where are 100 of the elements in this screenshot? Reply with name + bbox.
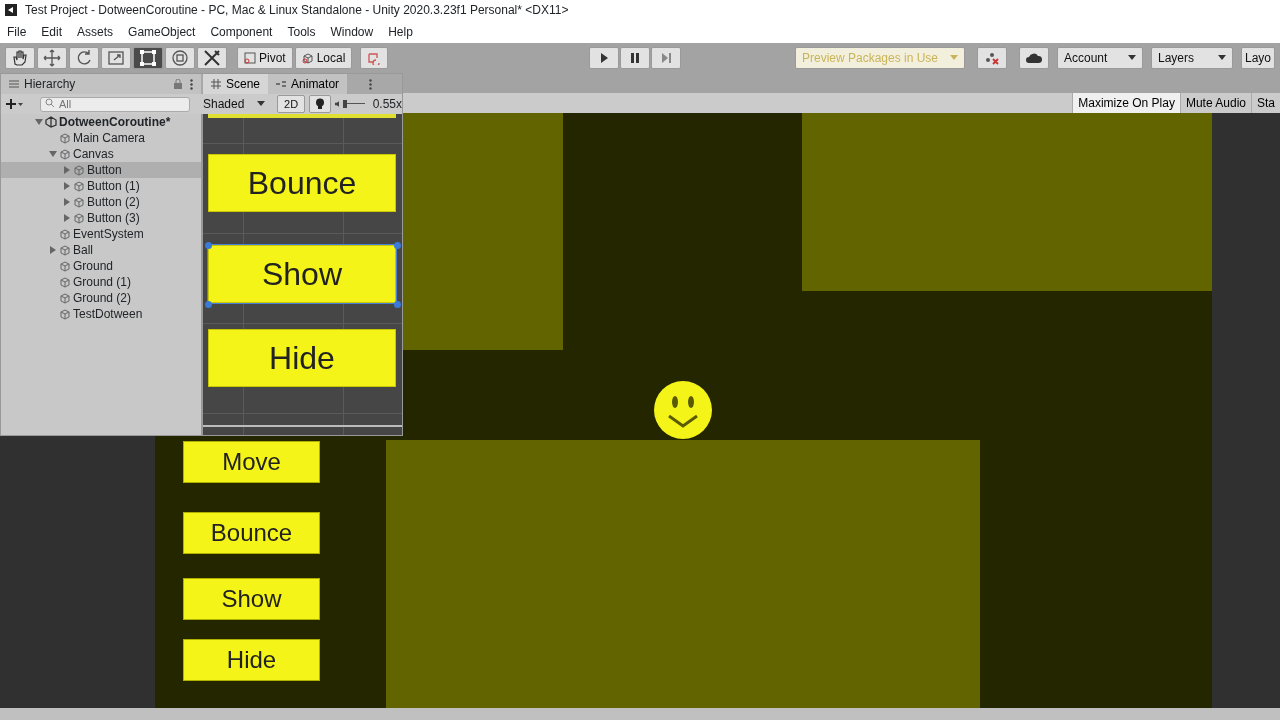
pivot-button[interactable]: Pivot [237,47,293,69]
cloud-icon [1025,52,1042,64]
local-button[interactable]: Local [294,47,353,69]
cube-icon [73,212,85,224]
scene-button[interactable]: Show [208,245,396,303]
toggle-button[interactable]: Maximize On Play [1072,93,1180,113]
scene-icon [45,116,57,128]
expand-arrow-icon[interactable] [63,166,71,174]
menu-item[interactable]: Edit [41,22,63,41]
resize-handle[interactable] [205,242,212,249]
hierarchy-item[interactable]: Button (3) [1,210,201,226]
bulb-icon [315,98,326,110]
hand-icon [11,49,29,67]
game-button[interactable]: Bounce [183,512,320,554]
cube-icon [59,148,71,160]
game-button[interactable]: Hide [183,639,320,681]
scene-tab[interactable]: Scene [203,74,269,94]
slider-thumb[interactable] [342,100,347,108]
tool-button[interactable] [133,47,163,69]
cube-icon [59,308,71,320]
cube-icon [59,276,71,288]
game-button[interactable]: Show [183,578,320,620]
tool-button[interactable] [37,47,67,69]
list-icon [9,80,19,88]
menu-item[interactable]: Window [330,22,374,41]
snap-icon [367,51,382,65]
move-icon [43,49,61,67]
cube-icon [59,228,71,240]
resize-handle[interactable] [394,242,401,249]
collab-icon [984,51,999,65]
hierarchy-item[interactable]: Canvas [1,146,201,162]
grid-icon [211,79,221,89]
play-button[interactable] [588,47,619,69]
caret-icon [949,55,958,61]
cube-icon [59,260,71,272]
add-icon [6,98,24,110]
tool-button[interactable] [5,47,35,69]
cube-icon [59,132,71,144]
menu-item[interactable]: File [7,22,27,41]
hierarchy-item[interactable]: Ball [1,242,201,258]
tools-icon [203,49,221,67]
window-title: Test Project - DotweenCoroutine - PC, Mac & Linux Standalone - Unity 2020.3.23f1 Personal* <DX11> [25,2,569,19]
expand-arrow-icon[interactable] [63,198,71,206]
snap-button[interactable] [360,47,389,69]
hierarchy-item[interactable]: DotweenCoroutine* [1,114,201,130]
hierarchy-item[interactable]: Main Camera [1,130,201,146]
tool-button[interactable] [197,47,227,69]
app-icon [5,4,17,16]
cube-icon [301,52,314,64]
hierarchy-item[interactable]: EventSystem [1,226,201,242]
cube-icon [59,292,71,304]
collapse-arrow-icon[interactable] [49,150,57,158]
account-dropdown[interactable]: Account [1056,47,1143,69]
hierarchy-item[interactable]: Button (2) [1,194,201,210]
cube-icon [73,180,85,192]
more-icon [369,79,373,90]
hierarchy-item[interactable]: Button [1,162,201,178]
tool-button[interactable] [69,47,99,69]
menu-item[interactable]: Help [388,22,413,41]
menu-item[interactable]: Assets [77,22,114,41]
pause-button[interactable] [619,47,650,69]
collab-button[interactable] [976,47,1007,69]
hierarchy-item[interactable]: Ground (1) [1,274,201,290]
hierarchy-item[interactable]: TestDotween [1,306,201,322]
menu-item[interactable]: GameObject [128,22,196,41]
scene-button[interactable]: Hide [208,329,396,387]
cloud-button[interactable] [1018,47,1049,69]
scale-icon [107,49,125,67]
rotate-icon [75,49,93,67]
caret-icon [1217,55,1226,61]
layout-dropdown[interactable]: Layo [1240,47,1275,69]
search-icon [45,98,55,108]
tool-button[interactable] [165,47,195,69]
cube-icon [73,196,85,208]
expand-arrow-icon[interactable] [63,214,71,222]
expand-arrow-icon[interactable] [49,246,57,254]
scene-button[interactable]: Bounce [208,154,396,212]
caret-icon [257,101,265,107]
animator-tab[interactable]: Animator [268,74,348,94]
menu-item[interactable]: Tools [287,22,316,41]
search-field[interactable]: All [40,96,190,112]
game-button[interactable]: Move [183,441,320,483]
hierarchy-item[interactable]: Ground [1,258,201,274]
resize-handle[interactable] [205,301,212,308]
2d-toggle[interactable]: 2D [277,95,306,113]
expand-arrow-icon[interactable] [63,182,71,190]
hierarchy-item[interactable]: Button (1) [1,178,201,194]
hierarchy-item[interactable]: Ground (2) [1,290,201,306]
menu-item[interactable]: Component [210,22,273,41]
smiley-ball-drawing [653,380,713,440]
light-toggle[interactable] [309,95,332,113]
resize-handle[interactable] [394,301,401,308]
more-icon [190,78,193,90]
collapse-arrow-icon[interactable] [35,118,43,126]
layers-dropdown[interactable]: Layers [1150,47,1233,69]
rect-tool-icon [139,49,157,67]
cube-icon [59,244,71,256]
caret-icon [1127,55,1136,61]
animator-icon [276,79,287,89]
pivot-icon [244,52,256,64]
